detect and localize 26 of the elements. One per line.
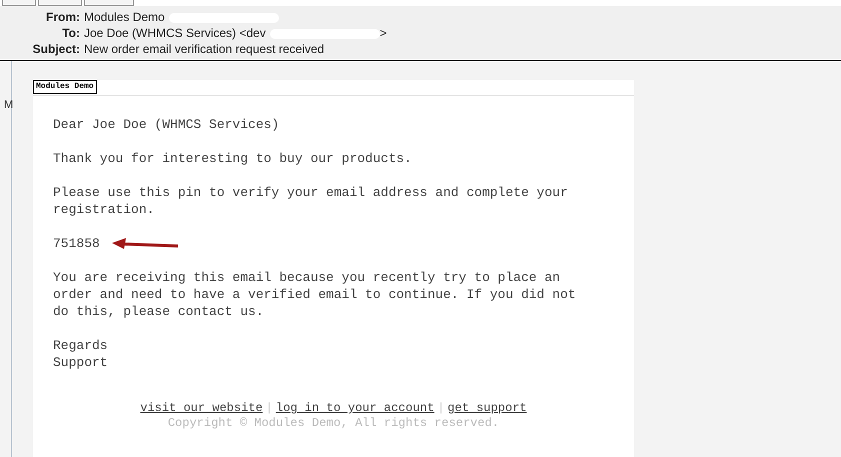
header-value: > [380,26,387,41]
tab[interactable] [2,0,36,6]
copyright-text: Copyright © Modules Demo, All rights reserved. [166,416,500,431]
footer-link[interactable]: log in to your account [276,401,434,416]
header-value: New order email verification request received [84,42,324,57]
footer-link[interactable]: get support [448,401,527,416]
header-label: To: [61,26,81,41]
tab[interactable] [38,0,82,6]
paragraph: Thank you for interesting to buy our products. [53,150,413,167]
signature-line: Regards [53,337,109,354]
tab[interactable] [84,0,134,6]
paragraph: You are receiving this email because you recently try to place an order and need to have a verified email to continue. If you did not do this, please contact us. [53,269,577,320]
header-value: Modules Demo [84,10,165,25]
signature-line: Support [53,354,109,371]
footer-link[interactable]: visit our website [140,401,263,416]
pin-code: 751858 [53,235,100,252]
arrow-icon [112,238,180,250]
separator: | [436,401,446,416]
sidebar-letter: M [4,98,14,113]
paragraph: Please use this pin to verify your email address and complete your registration. [53,184,569,218]
separator: | [264,401,274,416]
header-value: Joe Doe (WHMCS Services) <dev [84,26,266,41]
paragraph: Dear Joe Doe (WHMCS Services) [53,116,280,133]
logo: Modules Demo [33,80,97,94]
header-label: Subject: [32,42,81,57]
header-label: From: [45,10,81,25]
